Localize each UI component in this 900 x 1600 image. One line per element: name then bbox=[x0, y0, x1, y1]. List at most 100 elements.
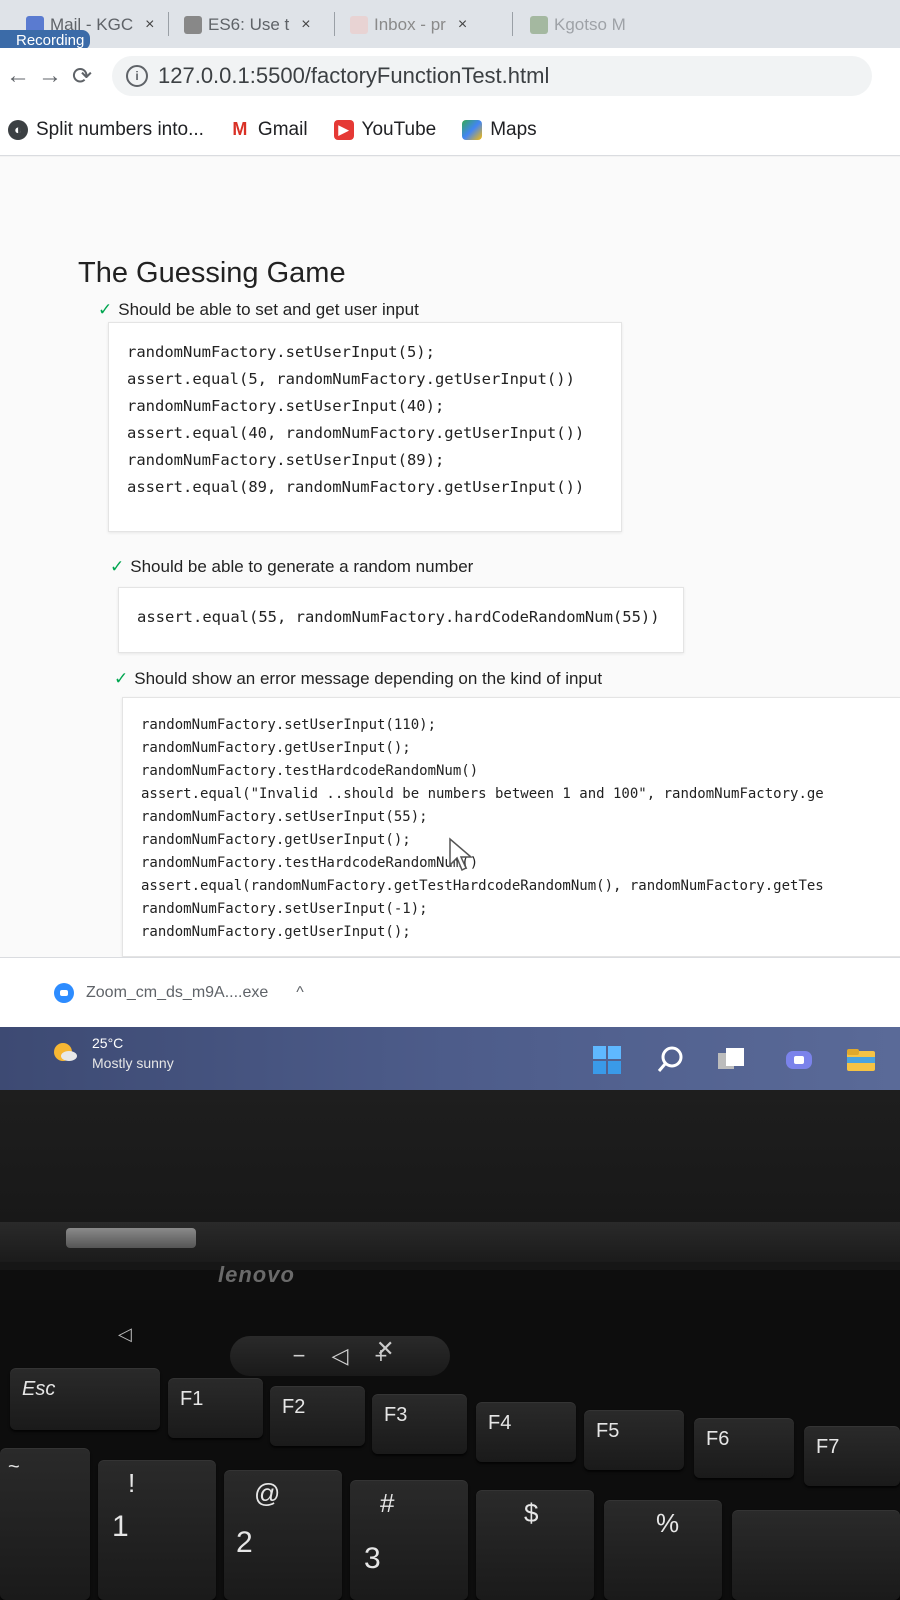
bookmark-maps[interactable]: Maps bbox=[462, 118, 537, 141]
back-arrow-icon[interactable]: ← bbox=[2, 60, 34, 92]
tab-es6[interactable]: ES6: Use t × bbox=[176, 6, 326, 44]
keyboard: − ◁ + ◁ ✕ Esc F1 F2 F3 F4 F5 F6 F7 ~ ! 1… bbox=[0, 1300, 900, 1600]
key-2[interactable]: @ 2 bbox=[224, 1470, 342, 1600]
tab-divider bbox=[512, 12, 513, 36]
key-3[interactable]: # 3 bbox=[350, 1480, 468, 1600]
mute-speaker-icon[interactable]: ◁ bbox=[118, 1324, 132, 1345]
key-1[interactable]: ! 1 bbox=[98, 1460, 216, 1600]
f7-key[interactable]: F7 bbox=[804, 1426, 900, 1486]
weather-temperature[interactable]: 25°C bbox=[92, 1035, 123, 1051]
bookmark-label: Maps bbox=[490, 118, 537, 140]
test-title-text: Should show an error message depending o… bbox=[134, 669, 603, 688]
f3-key[interactable]: F3 bbox=[372, 1394, 467, 1454]
bookmark-globe-icon: ◐ bbox=[8, 119, 28, 140]
tab-divider bbox=[168, 12, 169, 36]
f1-key[interactable]: F1 bbox=[168, 1378, 263, 1438]
sun-icon[interactable] bbox=[52, 1039, 78, 1065]
key-6[interactable] bbox=[732, 1510, 900, 1600]
tab-divider bbox=[334, 12, 335, 36]
mouse-pointer-icon bbox=[449, 837, 474, 872]
close-icon[interactable]: × bbox=[301, 16, 310, 34]
weather-description[interactable]: Mostly sunny bbox=[92, 1055, 174, 1071]
tilde-key[interactable]: ~ bbox=[0, 1448, 90, 1600]
test-title-text: Should be able to generate a random numb… bbox=[130, 557, 474, 576]
zoom-file-icon bbox=[54, 982, 74, 1003]
document-favicon-icon bbox=[184, 16, 202, 34]
forward-arrow-icon[interactable]: → bbox=[34, 60, 66, 92]
test-title[interactable]: ✓ Should be able to generate a random num… bbox=[110, 557, 473, 577]
tab-label: Inbox - pr bbox=[374, 15, 446, 34]
test-title[interactable]: ✓ Should show an error message depending … bbox=[114, 669, 602, 689]
volume-down-key[interactable]: − bbox=[293, 1343, 306, 1369]
search-icon[interactable] bbox=[656, 1045, 686, 1075]
code-line: randomNumFactory.setUserInput(5); bbox=[127, 343, 435, 361]
code-line: randomNumFactory.setUserInput(110); bbox=[141, 717, 437, 733]
download-shelf: Zoom_cm_ds_m9A....exe ^ bbox=[0, 957, 900, 1027]
suite-title: The Guessing Game bbox=[78, 257, 346, 289]
code-line: randomNumFactory.getUserInput(); bbox=[141, 924, 411, 940]
test-title-text: Should be able to set and get user input bbox=[118, 300, 419, 319]
code-block: randomNumFactory.setUserInput(110); rand… bbox=[122, 697, 900, 957]
code-line: randomNumFactory.getUserInput(); bbox=[141, 740, 411, 756]
photo-favicon-icon bbox=[530, 16, 548, 34]
check-icon: ✓ bbox=[98, 300, 113, 319]
check-icon: ✓ bbox=[114, 669, 129, 688]
code-line: randomNumFactory.setUserInput(-1); bbox=[141, 901, 428, 917]
tab-inbox[interactable]: Inbox - pr × bbox=[342, 6, 502, 44]
code-line: assert.equal(89, randomNumFactory.getUse… bbox=[127, 478, 585, 496]
info-icon[interactable]: i bbox=[126, 65, 148, 87]
youtube-icon: ▶ bbox=[333, 119, 354, 140]
f4-key[interactable]: F4 bbox=[476, 1402, 576, 1462]
code-line: assert.equal(40, randomNumFactory.getUse… bbox=[127, 424, 585, 442]
bookmarks-bar: ◐ Split numbers into... M Gmail ▶ YouTub… bbox=[0, 104, 900, 156]
url-text: 127.0.0.1:5500/factoryFunctionTest.html bbox=[158, 63, 550, 88]
code-line: randomNumFactory.testHardcodeRandomNum() bbox=[141, 855, 479, 871]
f5-key[interactable]: F5 bbox=[584, 1410, 684, 1470]
browser-toolbar: ← → ⟳ i 127.0.0.1:5500/factoryFunctionTe… bbox=[0, 48, 900, 104]
esc-key[interactable]: Esc bbox=[10, 1368, 160, 1430]
bookmark-gmail[interactable]: M Gmail bbox=[229, 118, 308, 141]
bookmark-label: Gmail bbox=[257, 118, 308, 140]
task-view-icon[interactable] bbox=[716, 1045, 746, 1075]
test-title[interactable]: ✓ Should be able to set and get user inpu… bbox=[98, 300, 419, 320]
key-4[interactable]: $ bbox=[476, 1490, 594, 1600]
code-block: assert.equal(55, randomNumFactory.hardCo… bbox=[118, 587, 684, 653]
gmail-icon: M bbox=[229, 119, 250, 140]
hinge-highlight bbox=[66, 1228, 196, 1248]
code-line: randomNumFactory.testHardcodeRandomNum() bbox=[141, 763, 479, 779]
laptop-screen: Mail - KGC × ES6: Use t × Inbox - pr × K… bbox=[0, 0, 900, 1090]
maps-icon bbox=[462, 119, 483, 140]
chevron-up-icon[interactable]: ^ bbox=[296, 984, 304, 1002]
key-5[interactable]: % bbox=[604, 1500, 722, 1600]
code-line: assert.equal("Invalid ..should be number… bbox=[141, 786, 824, 802]
photo-stage: Mail - KGC × ES6: Use t × Inbox - pr × K… bbox=[0, 0, 900, 1600]
gmail-favicon-icon bbox=[350, 16, 368, 34]
mute-speaker-icon[interactable]: ◁ bbox=[332, 1343, 349, 1369]
teams-chat-icon[interactable] bbox=[784, 1045, 814, 1075]
test-report-page: The Guessing Game ✓ Should be able to set… bbox=[0, 157, 900, 957]
recording-badge: Recording bbox=[0, 30, 91, 50]
volume-controls[interactable]: − ◁ + bbox=[230, 1336, 450, 1376]
close-icon[interactable]: × bbox=[458, 16, 467, 34]
code-line: randomNumFactory.setUserInput(40); bbox=[127, 397, 445, 415]
address-bar[interactable]: i 127.0.0.1:5500/factoryFunctionTest.htm… bbox=[112, 56, 872, 96]
download-filename[interactable]: Zoom_cm_ds_m9A....exe bbox=[86, 984, 268, 1002]
close-icon[interactable]: × bbox=[145, 16, 154, 34]
windows-start-icon[interactable] bbox=[592, 1045, 622, 1075]
bookmark-youtube[interactable]: ▶ YouTube bbox=[333, 118, 437, 141]
reload-icon[interactable]: ⟳ bbox=[66, 60, 98, 92]
code-line: randomNumFactory.setUserInput(89); bbox=[127, 451, 445, 469]
tab-label: Kgotso M bbox=[554, 15, 626, 34]
tab-kgotso[interactable]: Kgotso M bbox=[522, 6, 722, 44]
bookmark-split-numbers[interactable]: ◐ Split numbers into... bbox=[8, 119, 204, 141]
mic-mute-icon[interactable]: ✕ bbox=[376, 1336, 394, 1362]
brand-logo: lenovo bbox=[218, 1262, 295, 1287]
browser-tab-strip: Mail - KGC × ES6: Use t × Inbox - pr × K… bbox=[0, 0, 900, 50]
code-line: assert.equal(55, randomNumFactory.hardCo… bbox=[137, 608, 660, 626]
bookmark-label: YouTube bbox=[361, 118, 437, 140]
folder-icon[interactable] bbox=[846, 1045, 876, 1075]
f6-key[interactable]: F6 bbox=[694, 1418, 794, 1478]
code-line: randomNumFactory.setUserInput(55); bbox=[141, 809, 428, 825]
windows-taskbar: 25°C Mostly sunny bbox=[0, 1027, 900, 1090]
f2-key[interactable]: F2 bbox=[270, 1386, 365, 1446]
